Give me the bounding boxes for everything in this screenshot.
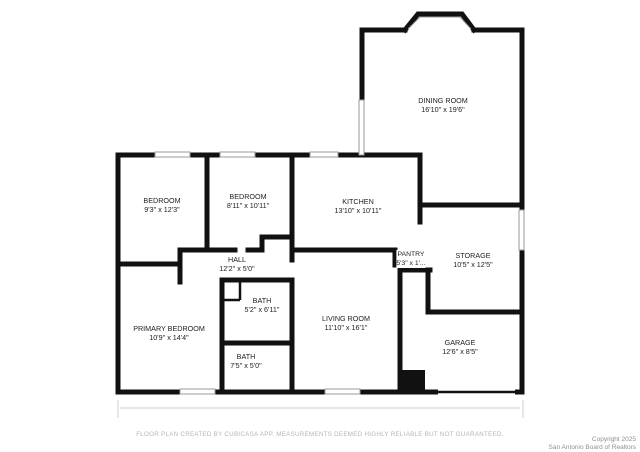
room-dimensions: 11'10" x 16'1" — [324, 323, 368, 332]
disclaimer-text: FLOOR PLAN CREATED BY CUBICASA APP. MEAS… — [136, 431, 504, 438]
room-name: BEDROOM — [143, 196, 181, 205]
floor-plan — [115, 11, 525, 418]
room-dimensions: 12'6" x 8'5" — [442, 347, 478, 356]
copyright-line: Copyright 2025 — [591, 436, 636, 443]
room-label-dining-room: DINING ROOM 16'10" x 19'6" — [418, 96, 468, 114]
interior-walls — [115, 152, 525, 395]
room-dimensions: 7'5" x 5'0" — [230, 361, 262, 370]
room-label-storage: STORAGE 10'5" x 12'5" — [453, 251, 492, 269]
room-name: DINING ROOM — [418, 96, 468, 105]
room-name: KITCHEN — [342, 197, 374, 206]
room-label-hall: HALL 12'2" x 5'0" — [219, 255, 254, 273]
room-dimensions: 9'3" x 12'3" — [144, 205, 180, 214]
room-name: STORAGE — [455, 251, 491, 260]
room-label-bedroom-1: BEDROOM 9'3" x 12'3" — [143, 196, 180, 214]
room-dimensions: 8'11" x 10'11" — [226, 201, 270, 210]
room-dimensions: 12'2" x 5'0" — [219, 264, 255, 273]
room-dimensions: 5'2" x 6'11" — [244, 305, 280, 314]
room-dimensions: 5'3" x 1'... — [396, 260, 426, 267]
room-dimensions: 16'10" x 19'6" — [421, 105, 465, 114]
room-name: BATH — [236, 352, 256, 361]
room-name: BATH — [252, 296, 272, 305]
room-label-primary-bedroom: PRIMARY BEDROOM 10'9" x 14'4" — [133, 324, 205, 342]
room-dimensions: 10'5" x 12'5" — [453, 260, 493, 269]
room-label-bath-2: BATH 7'5" x 5'0" — [230, 352, 261, 370]
room-name: PANTRY — [397, 251, 425, 258]
room-label-bedroom-2: BEDROOM 8'11" x 10'11" — [227, 192, 269, 210]
room-name: BEDROOM — [229, 192, 267, 201]
dimension-guides — [117, 400, 524, 418]
room-label-living-room: LIVING ROOM 11'10" x 16'1" — [322, 314, 370, 332]
room-dimensions: 10'9" x 14'4" — [149, 333, 189, 342]
bay-window — [401, 11, 478, 34]
room-name: PRIMARY BEDROOM — [133, 324, 205, 333]
room-name: GARAGE — [444, 338, 476, 347]
room-name: LIVING ROOM — [322, 314, 370, 323]
room-label-kitchen: KITCHEN 13'10" x 10'11" — [335, 197, 382, 215]
room-dimensions: 13'10" x 10'11" — [334, 206, 382, 215]
room-name: HALL — [228, 255, 246, 264]
room-label-bath-1: BATH 5'2" x 6'11" — [245, 296, 280, 314]
room-label-garage: GARAGE 12'6" x 8'5" — [442, 338, 477, 356]
copyright-owner: San Antonio Board of Realtors — [548, 444, 636, 451]
room-label-pantry: PANTRY 5'3" x 1'... — [396, 250, 426, 268]
